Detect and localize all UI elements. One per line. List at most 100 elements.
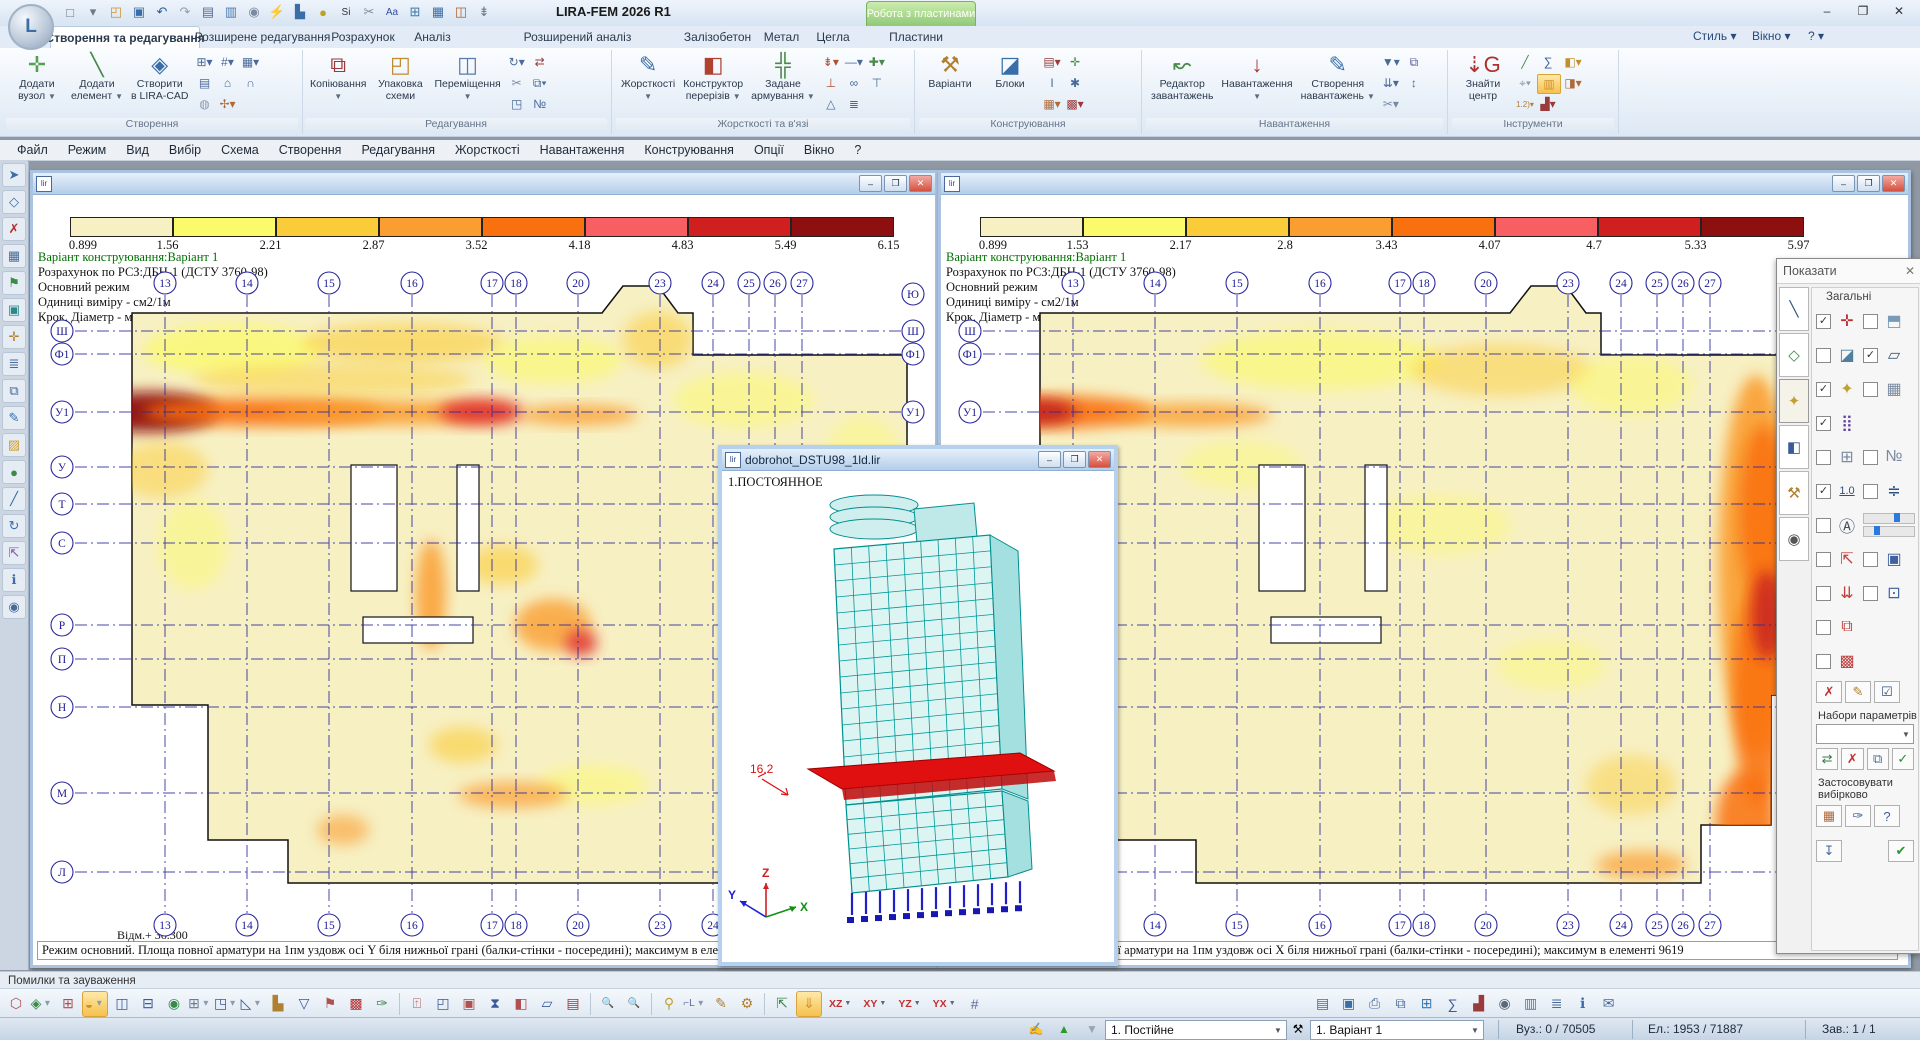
ribbon-button-знайти[interactable]: ⇣GЗнайтицентр bbox=[1454, 51, 1512, 103]
copy-icon[interactable]: ⧉ bbox=[2, 379, 26, 403]
close-icon[interactable]: ✕ bbox=[1882, 175, 1905, 192]
projection-xy-button[interactable]: XY▼ bbox=[858, 992, 891, 1016]
slider-thumb[interactable] bbox=[1874, 526, 1880, 535]
si-icon[interactable]: Si bbox=[336, 2, 356, 22]
palette-icon[interactable]: ▨ bbox=[2, 433, 26, 457]
minimize-button[interactable]: – bbox=[859, 175, 882, 192]
menubar-item-5[interactable]: Схема bbox=[212, 142, 268, 158]
pencil-icon[interactable]: ✎ bbox=[709, 992, 733, 1016]
checkbox[interactable] bbox=[1863, 450, 1878, 465]
gear-icon[interactable]: ⚙ bbox=[735, 992, 759, 1016]
grid-select-icon[interactable]: ⊞▾ bbox=[188, 992, 212, 1016]
elem-up-icon[interactable]: ⍐ bbox=[405, 992, 429, 1016]
ribbon-button-задане[interactable]: ╬Заданеармування ▼ bbox=[748, 51, 818, 103]
ribbon-small-button-2-1[interactable]: ↻▾ bbox=[506, 53, 528, 71]
ribbon-small-button-6-2[interactable]: ⌖▾ bbox=[1514, 74, 1536, 92]
close-button[interactable]: ✕ bbox=[1882, 2, 1916, 20]
ribbon-small-button-6-7[interactable]: ◧▾ bbox=[1562, 53, 1584, 71]
ribbon-tab-4[interactable]: Аналіз bbox=[403, 26, 462, 47]
ribbon-small-button-4-1[interactable]: ▤▾ bbox=[1041, 53, 1063, 71]
clear-selection-icon[interactable]: ✗ bbox=[1816, 681, 1842, 703]
menubar-item-3[interactable]: Вид bbox=[117, 142, 158, 158]
ribbon-small-button-3-3[interactable]: △ bbox=[820, 95, 842, 113]
ribbon-button-створити[interactable]: ◈Створитив LIRA-CAD bbox=[128, 51, 192, 103]
zoom-in-icon[interactable]: 🔍 bbox=[596, 992, 620, 1016]
poly-select-icon[interactable]: ◈▾ bbox=[30, 992, 54, 1016]
ribbon-button-жорсткості[interactable]: ✎Жорсткості ▼ bbox=[618, 51, 678, 103]
close-icon[interactable]: ✕ bbox=[909, 175, 932, 192]
rotate-icon[interactable]: ↻ bbox=[2, 514, 26, 538]
info-icon[interactable]: ℹ bbox=[2, 568, 26, 592]
checkbox[interactable] bbox=[1816, 518, 1831, 533]
building-icon[interactable]: ▙ bbox=[290, 2, 310, 22]
checkbox[interactable] bbox=[1863, 552, 1878, 567]
minimize-button[interactable]: – bbox=[1810, 2, 1844, 20]
errors-panel[interactable]: Помилки та зауваження bbox=[0, 971, 1920, 989]
close-icon[interactable]: ✕ bbox=[1905, 264, 1915, 278]
minimize-button[interactable]: – bbox=[1038, 451, 1061, 468]
model-3d-view[interactable]: 1.ПОСТОЯННОЕ 16.2ZXY bbox=[722, 471, 1106, 955]
ribbon-button-переміщення[interactable]: ◫Переміщення ▼ bbox=[431, 51, 503, 103]
menubar-item-2[interactable]: Режим bbox=[59, 142, 116, 158]
flag-icon[interactable]: ⚑ bbox=[318, 992, 342, 1016]
info2-icon[interactable]: ℹ bbox=[1571, 992, 1595, 1016]
ribbon-small-button-1-3[interactable]: ◍ bbox=[194, 95, 216, 113]
block2-icon[interactable]: ▤ bbox=[561, 992, 585, 1016]
ribbon-small-button-6-5[interactable]: ▥ bbox=[1537, 74, 1561, 94]
menu-1[interactable]: Стиль ▾ bbox=[1693, 29, 1736, 43]
checkbox[interactable] bbox=[1816, 450, 1831, 465]
ribbon-small-button-3-5[interactable]: ∞ bbox=[843, 74, 865, 92]
edit-pencil-icon[interactable]: ✎ bbox=[1845, 681, 1871, 703]
checkbox[interactable] bbox=[1863, 382, 1878, 397]
volume-select-icon[interactable]: ▙ bbox=[266, 992, 290, 1016]
contour-select-icon[interactable]: ◳▾ bbox=[214, 992, 238, 1016]
book2-icon[interactable]: ▥ bbox=[1519, 992, 1543, 1016]
elements-tab-icon[interactable]: ╲ bbox=[1779, 287, 1809, 331]
ribbon-small-button-6-1[interactable]: ╱ bbox=[1514, 53, 1536, 71]
coords-icon[interactable]: ⌐L▾ bbox=[683, 992, 707, 1016]
loadcase-combobox[interactable]: 1. Постійне▼ bbox=[1105, 1020, 1287, 1040]
ribbon-small-button-4-4[interactable]: ✛ bbox=[1064, 53, 1086, 71]
table-icon[interactable]: ⊞ bbox=[405, 2, 425, 22]
section-icon[interactable]: ◧ bbox=[509, 992, 533, 1016]
visibility-tab-icon[interactable]: ◉ bbox=[1779, 517, 1809, 561]
checkbox[interactable] bbox=[1816, 620, 1831, 635]
checkbox[interactable] bbox=[1863, 586, 1878, 601]
ribbon-button-додати[interactable]: ✛Додативузол ▼ bbox=[8, 51, 66, 103]
table-icon[interactable]: ▦ bbox=[2, 244, 26, 268]
axes-icon[interactable]: ✛ bbox=[2, 325, 26, 349]
axis-iso-icon[interactable]: ⇱ bbox=[770, 992, 794, 1016]
ribbon-small-button-1-5[interactable]: ⌂ bbox=[217, 74, 239, 92]
ribbon-button-блоки[interactable]: ◪Блоки bbox=[981, 51, 1039, 91]
ribbon-small-button-1-6[interactable]: ✢▾ bbox=[217, 95, 239, 113]
text-icon[interactable]: Aa bbox=[382, 2, 402, 22]
nodes-tab-icon[interactable]: ◇ bbox=[1779, 333, 1809, 377]
save-icon[interactable]: ▣ bbox=[129, 2, 149, 22]
redo-icon[interactable]: ↷ bbox=[175, 2, 195, 22]
window-titlebar[interactable]: lir – ❐ ✕ bbox=[33, 173, 935, 195]
save2-icon[interactable]: ▣ bbox=[1337, 992, 1361, 1016]
block-select-icon[interactable]: ▩ bbox=[344, 992, 368, 1016]
ribbon-tab-7[interactable]: Метал bbox=[758, 26, 805, 47]
ribbon-tab-6[interactable]: Залізобетон bbox=[685, 26, 750, 47]
vstrip-select-icon[interactable]: ◫ bbox=[110, 992, 134, 1016]
flags-icon[interactable]: ⚑ bbox=[2, 271, 26, 295]
ribbon-small-button-1-7[interactable]: ▦▾ bbox=[240, 53, 262, 71]
ribbon-small-button-6-4[interactable]: ∑ bbox=[1537, 53, 1559, 71]
ribbon-button-копіювання[interactable]: ⧉Копіювання ▼ bbox=[307, 51, 369, 103]
menubar-item-13[interactable]: ? bbox=[845, 142, 870, 158]
design-tab-icon[interactable]: ⚒ bbox=[1779, 471, 1809, 515]
restore-button[interactable]: ❐ bbox=[884, 175, 907, 192]
ribbon-button-створення[interactable]: ✎Створеннянавантажень ▼ bbox=[1298, 51, 1378, 103]
zoom-out-icon[interactable]: 🔍 bbox=[622, 992, 646, 1016]
menubar-item-7[interactable]: Редагування bbox=[352, 142, 444, 158]
menubar-item-1[interactable]: Файл bbox=[8, 142, 57, 158]
ribbon-button-упаковка[interactable]: ◰Упаковкасхеми bbox=[371, 51, 429, 103]
app-logo[interactable]: L bbox=[8, 4, 54, 50]
ribbon-small-button-3-4[interactable]: —▾ bbox=[843, 53, 865, 71]
ribbon-small-button-3-2[interactable]: ⊥ bbox=[820, 74, 842, 92]
ribbon-small-button-5-4[interactable]: ⧉ bbox=[1403, 53, 1425, 71]
ribbon-small-button-4-6[interactable]: ▩▾ bbox=[1064, 95, 1086, 113]
checkbox[interactable] bbox=[1863, 484, 1878, 499]
show-tab-icon[interactable]: ✦ bbox=[1779, 379, 1809, 423]
